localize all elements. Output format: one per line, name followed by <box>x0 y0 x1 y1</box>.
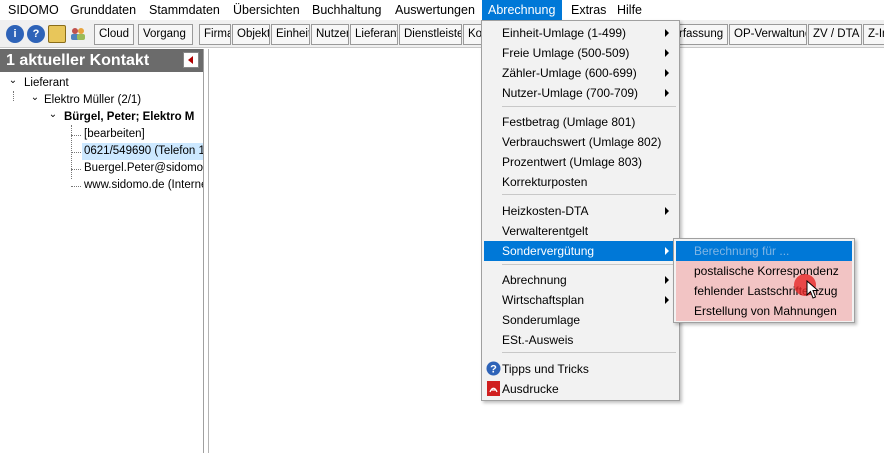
tree-node-email[interactable]: Buergel.Peter@sidomo.d <box>84 160 203 177</box>
submenu-arrow-icon <box>665 49 669 57</box>
users-icon[interactable] <box>69 25 87 43</box>
menu-item-einheit-umlage[interactable]: Einheit-Umlage (1-499) <box>484 23 677 43</box>
menu-item-tipps-und-tricks[interactable]: ? Tipps und Tricks <box>484 359 677 379</box>
menu-item-label: Freie Umlage (500-509) <box>502 46 630 60</box>
menu-item-abrechnung[interactable]: Abrechnung <box>484 270 677 290</box>
menu-item-festbetrag[interactable]: Festbetrag (Umlage 801) <box>484 112 677 132</box>
tree-node-website[interactable]: www.sidomo.de (Internet <box>84 177 203 194</box>
collapse-panel-icon[interactable] <box>183 52 199 68</box>
menu-item-est-ausweis[interactable]: ESt.-Ausweis <box>484 330 677 350</box>
menu-stammdaten[interactable]: Stammdaten <box>143 0 226 20</box>
panel-header: 1 aktueller Kontakt <box>0 49 203 72</box>
menu-separator <box>502 352 676 353</box>
menu-abrechnung[interactable]: Abrechnung <box>482 0 562 20</box>
menu-item-sonderumlage[interactable]: Sonderumlage <box>484 310 677 330</box>
submenu-arrow-icon <box>665 29 669 37</box>
nutzer-button[interactable]: Nutzer <box>311 24 349 45</box>
menu-item-sonderverguetung[interactable]: Sondervergütung <box>484 241 677 261</box>
expand-icon[interactable]: ⌄ <box>8 75 18 92</box>
lieferant-button[interactable]: Lieferant <box>350 24 398 45</box>
toolbar: i ? Cloud Vorgang Firma Objekt Einheit N… <box>0 20 884 48</box>
menu-sidomo[interactable]: SIDOMO <box>2 0 65 20</box>
mouse-pointer-icon <box>806 280 820 299</box>
menu-extras[interactable]: Extras <box>565 0 612 20</box>
submenu-item-fehlender-lastschrifteinzug[interactable]: fehlender Lastschrifteinzug <box>676 281 852 301</box>
vorgang-button[interactable]: Vorgang <box>138 24 193 45</box>
objekt-button[interactable]: Objekt <box>232 24 270 45</box>
menu-item-ausdrucke[interactable]: Ausdrucke <box>484 379 677 399</box>
submenu-arrow-icon <box>665 89 669 97</box>
pdf-icon <box>486 381 501 396</box>
menu-item-wirtschaftsplan[interactable]: Wirtschaftsplan <box>484 290 677 310</box>
menu-separator <box>502 264 676 265</box>
menu-hilfe[interactable]: Hilfe <box>611 0 648 20</box>
submenu-arrow-icon <box>665 247 669 255</box>
menu-item-label: Tipps und Tricks <box>502 362 589 376</box>
dienstleister-button[interactable]: Dienstleister <box>399 24 462 45</box>
expand-icon[interactable]: ⌄ <box>30 92 40 109</box>
menu-separator <box>502 106 676 107</box>
menu-item-label: Abrechnung <box>502 273 567 287</box>
menu-bar: SIDOMO Grunddaten Stammdaten Übersichten… <box>0 0 884 20</box>
erfassung-button[interactable]: rfassung <box>677 24 728 45</box>
menu-item-zaehler-umlage[interactable]: Zähler-Umlage (600-699) <box>484 63 677 83</box>
abrechnung-dropdown: Einheit-Umlage (1-499) Freie Umlage (500… <box>481 20 680 401</box>
notes-icon[interactable] <box>48 25 66 43</box>
menu-item-label: Sondervergütung <box>502 244 595 258</box>
menu-item-label: Heizkosten-DTA <box>502 204 589 218</box>
menu-item-nutzer-umlage[interactable]: Nutzer-Umlage (700-709) <box>484 83 677 103</box>
submenu-arrow-icon <box>665 69 669 77</box>
menu-item-verwalterentgelt[interactable]: Verwalterentgelt <box>484 221 677 241</box>
contact-panel: 1 aktueller Kontakt ⌄ Lieferant ⌄ Elektr… <box>0 49 204 453</box>
expand-icon[interactable]: ⌄ <box>48 109 58 126</box>
submenu-arrow-icon <box>665 276 669 284</box>
menu-item-label: Einheit-Umlage (1-499) <box>502 26 627 40</box>
op-verwaltung-button[interactable]: OP-Verwaltung <box>729 24 807 45</box>
submenu-item-postalische-korrespondenz[interactable]: postalische Korrespondenz <box>676 261 852 281</box>
menu-auswertungen[interactable]: Auswertungen <box>389 0 481 20</box>
help-icon[interactable]: ? <box>27 25 45 43</box>
zv-dta-button[interactable]: ZV / DTA <box>808 24 862 45</box>
tree-node-contact-person[interactable]: Bürgel, Peter; Elektro M <box>64 109 194 126</box>
z-in-button[interactable]: Z-In <box>863 24 884 45</box>
submenu-arrow-icon <box>665 207 669 215</box>
cloud-button[interactable]: Cloud <box>94 24 134 45</box>
menu-item-label: Wirtschaftsplan <box>502 293 585 307</box>
einheit-button[interactable]: Einheit <box>271 24 310 45</box>
menu-item-korrekturposten[interactable]: Korrekturposten <box>484 172 677 192</box>
menu-item-label: Ausdrucke <box>502 382 559 396</box>
menu-item-freie-umlage[interactable]: Freie Umlage (500-509) <box>484 43 677 63</box>
tree-node-elektro-mueller[interactable]: Elektro Müller (2/1) <box>44 92 141 109</box>
tree-node-lieferant[interactable]: Lieferant <box>24 75 69 92</box>
menu-uebersichten[interactable]: Übersichten <box>227 0 306 20</box>
help-circle-icon: ? <box>486 361 501 376</box>
menu-item-heizkosten-dta[interactable]: Heizkosten-DTA <box>484 201 677 221</box>
menu-item-label: Nutzer-Umlage (700-709) <box>502 86 639 100</box>
info-icon[interactable]: i <box>6 25 24 43</box>
firma-button[interactable]: Firma <box>199 24 231 45</box>
menu-item-label: Zähler-Umlage (600-699) <box>502 66 637 80</box>
submenu-arrow-icon <box>665 296 669 304</box>
menu-separator <box>502 194 676 195</box>
sonderverguetung-submenu: Berechnung für ... postalische Korrespon… <box>673 238 855 323</box>
menu-buchhaltung[interactable]: Buchhaltung <box>306 0 388 20</box>
menu-grunddaten[interactable]: Grunddaten <box>64 0 142 20</box>
tree-node-edit[interactable]: [bearbeiten] <box>84 126 145 143</box>
submenu-item-berechnung-fuer: Berechnung für ... <box>676 241 852 261</box>
tree-node-phone[interactable]: 0621/549690 (Telefon 1 <box>82 143 203 160</box>
menu-item-prozentwert[interactable]: Prozentwert (Umlage 803) <box>484 152 677 172</box>
panel-title: 1 aktueller Kontakt <box>6 52 150 69</box>
svg-text:?: ? <box>490 364 497 376</box>
submenu-item-erstellung-von-mahnungen[interactable]: Erstellung von Mahnungen <box>676 301 852 321</box>
menu-item-verbrauchswert[interactable]: Verbrauchswert (Umlage 802) <box>484 132 677 152</box>
